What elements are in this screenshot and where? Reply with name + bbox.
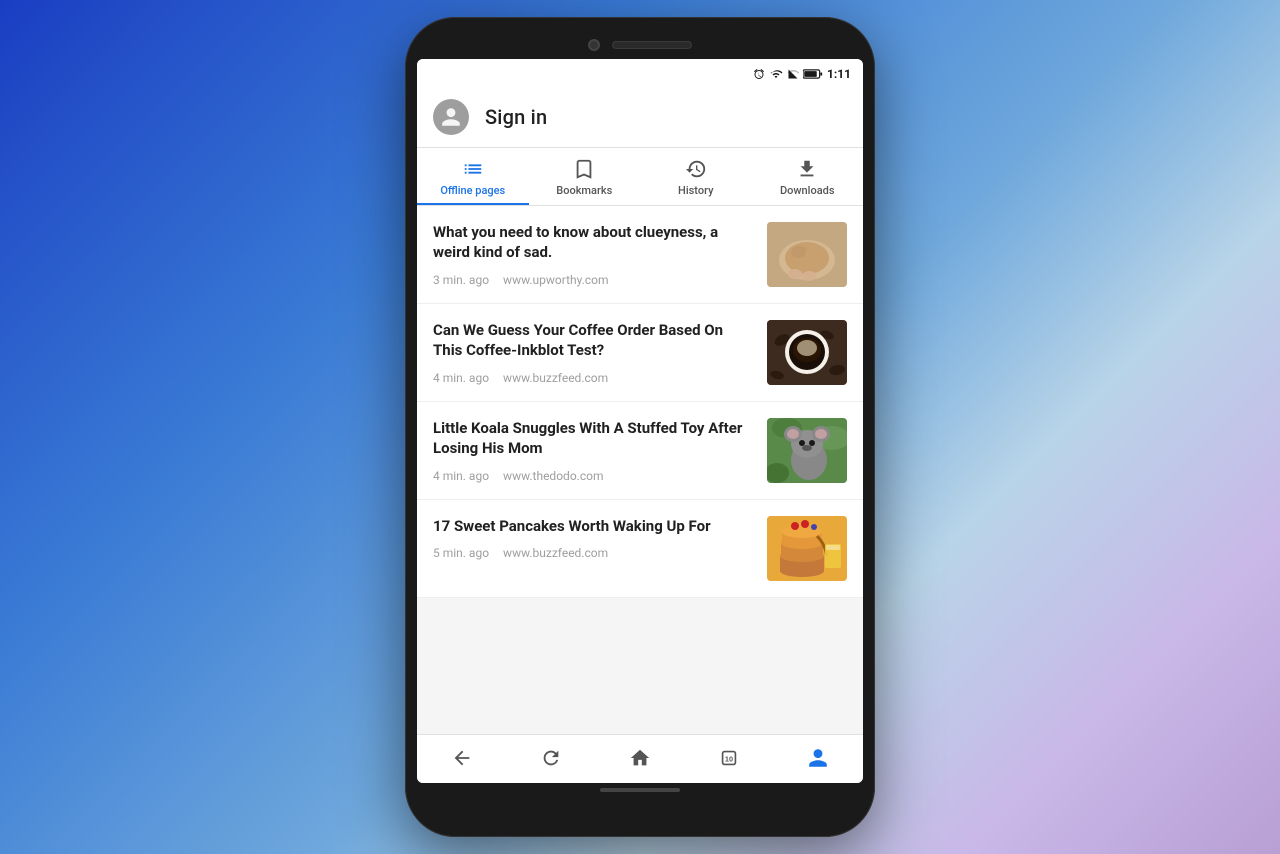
tab-downloads-label: Downloads (780, 184, 835, 197)
article-list: What you need to know about clueyness, a… (417, 206, 863, 734)
article-info: Can We Guess Your Coffee Order Based On … (433, 320, 755, 385)
offline-pages-icon (462, 158, 484, 180)
status-icons: 1:11 (753, 67, 851, 81)
article-source: www.buzzfeed.com (503, 371, 608, 385)
sign-in-label[interactable]: Sign in (485, 105, 547, 129)
article-title: Little Koala Snuggles With A Stuffed Toy… (433, 418, 755, 459)
battery-icon (803, 68, 823, 80)
header: Sign in (417, 87, 863, 148)
article-source: www.thedodo.com (503, 469, 603, 483)
home-indicator (600, 788, 680, 792)
article-time: 5 min. ago (433, 546, 489, 560)
tab-downloads[interactable]: Downloads (752, 148, 864, 205)
phone-device: 1:11 Sign in Offline pages (405, 17, 875, 837)
history-icon (685, 158, 707, 180)
phone-bottom-bar (417, 783, 863, 793)
article-item[interactable]: What you need to know about clueyness, a… (417, 206, 863, 304)
tab-history-label: History (678, 184, 713, 197)
wifi-icon (769, 68, 783, 80)
article-title: 17 Sweet Pancakes Worth Waking Up For (433, 516, 755, 536)
article-thumbnail (767, 222, 847, 287)
avatar-icon[interactable] (433, 99, 469, 135)
tab-offline-pages-label: Offline pages (440, 184, 505, 197)
article-meta: 4 min. ago www.buzzfeed.com (433, 371, 755, 385)
home-button[interactable] (595, 743, 684, 773)
tab-bar: Offline pages Bookmarks History (417, 148, 863, 206)
article-item[interactable]: 17 Sweet Pancakes Worth Waking Up For 5 … (417, 500, 863, 598)
phone-screen: 1:11 Sign in Offline pages (417, 59, 863, 783)
camera (588, 39, 600, 51)
bookmarks-icon (573, 158, 595, 180)
article-source: www.buzzfeed.com (503, 546, 608, 560)
article-title: Can We Guess Your Coffee Order Based On … (433, 320, 755, 361)
article-time: 4 min. ago (433, 469, 489, 483)
article-meta: 5 min. ago www.buzzfeed.com (433, 546, 755, 560)
article-meta: 4 min. ago www.thedodo.com (433, 469, 755, 483)
refresh-button[interactable] (506, 743, 595, 773)
back-button[interactable] (417, 743, 506, 773)
status-bar: 1:11 (417, 59, 863, 87)
article-item[interactable]: Little Koala Snuggles With A Stuffed Toy… (417, 402, 863, 500)
tabs-button[interactable]: 10 (685, 743, 774, 773)
article-thumbnail (767, 320, 847, 385)
article-info: Little Koala Snuggles With A Stuffed Toy… (433, 418, 755, 483)
alarm-icon (753, 68, 765, 80)
article-info: 17 Sweet Pancakes Worth Waking Up For 5 … (433, 516, 755, 560)
article-info: What you need to know about clueyness, a… (433, 222, 755, 287)
article-item[interactable]: Can We Guess Your Coffee Order Based On … (417, 304, 863, 402)
speaker (612, 41, 692, 49)
article-source: www.upworthy.com (503, 273, 608, 287)
tab-offline-pages[interactable]: Offline pages (417, 148, 529, 205)
downloads-icon (796, 158, 818, 180)
status-time: 1:11 (827, 67, 851, 81)
account-button[interactable] (774, 743, 863, 773)
article-thumbnail (767, 516, 847, 581)
tab-history[interactable]: History (640, 148, 752, 205)
article-thumbnail (767, 418, 847, 483)
svg-text:10: 10 (725, 755, 733, 764)
article-title: What you need to know about clueyness, a… (433, 222, 755, 263)
article-time: 4 min. ago (433, 371, 489, 385)
signal-icon (787, 68, 799, 80)
tab-bookmarks[interactable]: Bookmarks (529, 148, 641, 205)
article-time: 3 min. ago (433, 273, 489, 287)
tab-bookmarks-label: Bookmarks (556, 184, 612, 197)
phone-top-bar (417, 35, 863, 59)
bottom-navigation: 10 (417, 734, 863, 783)
article-meta: 3 min. ago www.upworthy.com (433, 273, 755, 287)
